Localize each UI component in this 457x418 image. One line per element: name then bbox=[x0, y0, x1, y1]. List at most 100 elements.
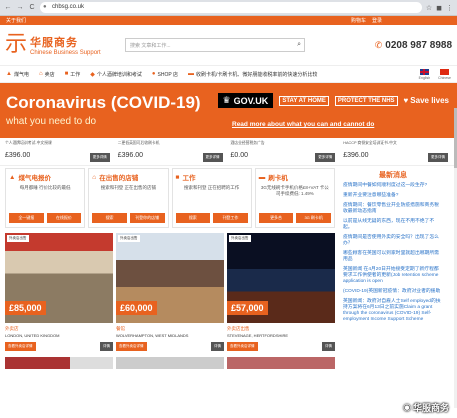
forward-icon[interactable]: → bbox=[16, 4, 24, 11]
listing-view-button[interactable]: 查看外卖店详情 bbox=[227, 342, 258, 351]
address-bar[interactable]: ● chbsg.co.uk bbox=[40, 2, 422, 13]
watermark: ◉ 华服商务 bbox=[403, 401, 449, 414]
service-button[interactable]: 刊登工作 bbox=[213, 213, 248, 223]
listing-photo[interactable] bbox=[5, 357, 113, 369]
covid-banner[interactable]: Coronavirus (COVID-19) what you need to … bbox=[0, 83, 457, 138]
listing-detail-button[interactable]: 详情 bbox=[322, 342, 335, 351]
product-item[interactable]: 二更低英国可后收刷卡机 £396.00 更多详情 bbox=[118, 141, 227, 162]
more-listings-row bbox=[5, 357, 335, 369]
listing-detail-button[interactable]: 详情 bbox=[211, 342, 224, 351]
menu-item-jobs[interactable]: ■ 工作 bbox=[65, 71, 81, 78]
product-details-button[interactable]: 更多详情 bbox=[315, 153, 336, 162]
listing-card[interactable]: 外卖店出售 £57,000 外卖店出售 STEVENAGE, HERTFORDS… bbox=[227, 233, 335, 351]
about-link[interactable]: 关于我们 bbox=[6, 17, 26, 24]
heart-icon: ♥ bbox=[403, 95, 409, 105]
login-link[interactable]: 登录 bbox=[372, 17, 382, 24]
logo[interactable]: ⽰ 华服商务 Chinese Business Support bbox=[5, 32, 115, 58]
news-item[interactable]: 哪些顾客在英国可以到家时里就超出哪期所需用品 bbox=[343, 251, 443, 263]
listing-location: LONDON, UNITED KINGDOM bbox=[5, 333, 60, 338]
listing-price: £85,000 bbox=[5, 301, 46, 315]
listing-photo[interactable]: 外卖店出售 £85,000 bbox=[5, 233, 113, 323]
service-button[interactable]: 搜索 bbox=[92, 213, 127, 223]
listing-tag: 外卖店出售 bbox=[118, 235, 140, 242]
product-item[interactable]: HACCP 商餐安全培训证书-中文 £396.00 更多详情 bbox=[343, 141, 452, 162]
card-icon: ▬ bbox=[188, 71, 194, 77]
product-caption: 二更低英国可后收刷卡机 bbox=[117, 141, 160, 145]
listings: 外卖店出售 £85,000 外卖店 LONDON, UNITED KINGDOM… bbox=[5, 233, 335, 351]
product-details-button[interactable]: 更多详情 bbox=[202, 153, 223, 162]
product-item[interactable]: 个人酒牌培训考试-中文授课 £396.00 更多详情 bbox=[5, 141, 114, 162]
menu-item-gas[interactable]: ▲ 煤气电 bbox=[6, 71, 29, 78]
listing-title[interactable]: 餐馆 bbox=[116, 326, 224, 332]
product-strip: 个人酒牌培训考试-中文授课 £396.00 更多详情 二更低英国可后收刷卡机 £396… bbox=[0, 138, 457, 166]
listing-card[interactable]: 外卖店出售 £85,000 外卖店 LONDON, UNITED KINGDOM… bbox=[5, 233, 113, 351]
banner-read-more-link[interactable]: Read more about what you can and cannot … bbox=[232, 121, 374, 128]
service-button[interactable]: 搜索 bbox=[175, 213, 211, 223]
save-text: Save lives bbox=[410, 95, 449, 105]
listing-title[interactable]: 外卖店出售 bbox=[227, 326, 335, 332]
logo-en: Chinese Business Support bbox=[30, 50, 101, 56]
extensions-icon[interactable]: ◼ bbox=[436, 4, 442, 12]
listing-tag: 外卖店出售 bbox=[229, 235, 251, 242]
flag-chinese[interactable]: Chinese bbox=[438, 68, 451, 80]
cart-link[interactable]: 购物车 bbox=[351, 17, 366, 24]
news-sidebar: 最新消息 疫情期间中餐如何顺利度过这一段生存? 重新开业要注意哪些准备? 疫情期… bbox=[335, 168, 443, 369]
service-title: 刷卡机 bbox=[268, 175, 288, 182]
listing-detail-button[interactable]: 详情 bbox=[100, 342, 113, 351]
product-price: £396.00 bbox=[343, 152, 369, 159]
search-icon[interactable]: ⌕ bbox=[297, 41, 301, 49]
listing-view-button[interactable]: 查看外卖店详情 bbox=[5, 342, 36, 351]
product-price: £396.00 bbox=[117, 152, 144, 159]
flag-english[interactable]: English bbox=[419, 68, 430, 80]
star-icon[interactable]: ☆ bbox=[426, 4, 432, 12]
listing-photo[interactable]: 外卖店出售 £57,000 bbox=[227, 233, 335, 323]
gov-text: GOV.UK bbox=[233, 95, 269, 106]
listing-view-button[interactable]: 查看外卖店详情 bbox=[116, 342, 147, 351]
product-details-button[interactable]: 更多详情 bbox=[89, 153, 110, 162]
service-button[interactable]: 3G 刷卡机 bbox=[296, 213, 331, 223]
news-item[interactable]: (COVID-19)英国新冠疫情：政府对业者的援助 bbox=[343, 289, 443, 295]
service-title: 在出售的店铺 bbox=[99, 175, 139, 182]
main-content: ▲ 煤气电报价 每月都睡 行价比较的最低 全一键报 在线报价 ⌂ 在出售的店铺 搜索和… bbox=[0, 166, 457, 371]
listing-photo[interactable] bbox=[116, 357, 224, 369]
news-item[interactable]: 英国新闻：政府对自雇人士Self employed的扶持方案将在6月13日之前实… bbox=[343, 299, 443, 323]
news-item[interactable]: 英国新闻 在4月20日开始接受定期了新疗程都要求工作供使者的更新(Job ret… bbox=[343, 267, 443, 285]
reload-icon[interactable]: C bbox=[28, 4, 36, 11]
listing-card[interactable]: 外卖店出售 £60,000 餐馆 WOLVERHAMPTON, WEST MID… bbox=[116, 233, 224, 351]
product-caption: 酒店业经营税务广告 bbox=[230, 141, 265, 145]
search-input[interactable]: 搜索 文章和工作... ⌕ bbox=[125, 38, 305, 52]
service-button[interactable]: 全一键报 bbox=[9, 213, 44, 223]
listing-photo[interactable]: 外卖店出售 £60,000 bbox=[116, 233, 224, 323]
menu-item-store[interactable]: ⌂ 卖店 bbox=[39, 71, 55, 78]
banner-subtitle: what you need to do bbox=[6, 116, 97, 127]
browser-toolbar: ← → C ● chbsg.co.uk ☆ ◼ ⋮ bbox=[0, 0, 457, 16]
menu-label: 工作 bbox=[70, 71, 81, 78]
flag-label: Chinese bbox=[438, 75, 451, 80]
menu-item-shop[interactable]: ● SHOP 店 bbox=[152, 71, 178, 78]
save-lives-badge: ♥ Save lives bbox=[403, 95, 449, 105]
menu-item-card[interactable]: ▬ 收刷卡机/卡刷卡机、微好朋能收税率前的快速分析比较 bbox=[188, 71, 317, 78]
listing-title[interactable]: 外卖店 bbox=[5, 326, 113, 332]
back-icon[interactable]: ← bbox=[4, 4, 12, 11]
news-item[interactable]: 以前是从线无疑的东西，现在不用不绝了不起。 bbox=[343, 219, 443, 231]
menu-item-license[interactable]: ◆ 个人酒牌培训和考试 bbox=[90, 71, 142, 78]
listing-price: £57,000 bbox=[227, 301, 268, 315]
menu-icon[interactable]: ⋮ bbox=[446, 4, 453, 12]
service-button[interactable]: 刊登你的店铺 bbox=[129, 213, 165, 223]
listing-location: WOLVERHAMPTON, WEST MIDLANDS bbox=[116, 333, 189, 338]
shop-icon: ● bbox=[151, 71, 156, 77]
news-item[interactable]: 疫情期间是否使用外卖的安全吗？出现了怎么办？ bbox=[343, 235, 443, 247]
uk-flag-icon bbox=[419, 68, 429, 75]
menu-label: 个人酒牌培训和考试 bbox=[96, 71, 142, 78]
service-button[interactable]: 更多合 bbox=[258, 213, 294, 223]
product-price: £0.00 bbox=[230, 152, 249, 159]
news-item[interactable]: 疫情期间：餐饮零售业开业防疫措施和商务税收最新动态指南 bbox=[343, 203, 443, 215]
news-item[interactable]: 疫情期间中餐如何顺利度过这一段生存? bbox=[343, 183, 443, 189]
service-button[interactable]: 在线报价 bbox=[46, 213, 82, 223]
service-card-jobs: ■ 工作 搜索和刊登 正在招聘的工作 搜索 刊登工作 bbox=[171, 168, 252, 228]
listing-photo[interactable] bbox=[227, 357, 335, 369]
product-details-button[interactable]: 更多详情 bbox=[428, 153, 448, 162]
service-card-gas: ▲ 煤气电报价 每月都睡 行价比较的最低 全一键报 在线报价 bbox=[5, 168, 86, 228]
news-item[interactable]: 重新开业要注意哪些准备? bbox=[343, 193, 443, 199]
product-item[interactable]: 酒店业经营税务广告 £0.00 更多详情 bbox=[231, 141, 340, 162]
